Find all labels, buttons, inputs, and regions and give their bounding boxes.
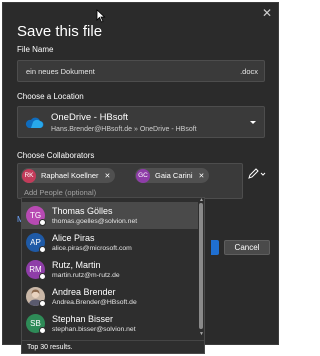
list-item[interactable]: Andrea Brender Andrea.Brender@HBsoft.de	[22, 283, 204, 310]
presence-dot-icon	[39, 219, 46, 226]
person-name: Thomas Gölles	[52, 206, 113, 216]
list-item[interactable]: TG Thomas Gölles thomas.goelles@solvion.…	[22, 202, 204, 229]
person-email: alice.piras@microsoft.com	[52, 245, 132, 252]
person-email: thomas.goelles@solvion.net	[52, 218, 138, 225]
location-path: Hans.Brender@HBsoft.de » OneDrive - HBso…	[51, 126, 197, 133]
list-item[interactable]: RM Rutz, Martin martin.rutz@m-rutz.de	[22, 256, 204, 283]
chevron-down-icon[interactable]	[249, 118, 257, 126]
chip-name: Gaia Carini	[155, 171, 193, 180]
onedrive-cloud-icon	[25, 117, 44, 128]
file-name-value[interactable]: ein neues Dokument	[26, 67, 95, 76]
mouse-cursor-icon	[96, 9, 106, 23]
avatar: GC	[136, 168, 150, 183]
cancel-button[interactable]: Cancel	[224, 240, 270, 255]
file-name-label: File Name	[17, 45, 54, 54]
scrollbar[interactable]: ▲ ▼	[198, 198, 204, 339]
person-name: Stephan Bisser	[52, 314, 114, 324]
person-name: Rutz, Martin	[52, 260, 101, 270]
person-email: Andrea.Brender@HBsoft.de	[52, 299, 137, 306]
pencil-icon[interactable]	[246, 167, 268, 181]
list-item[interactable]: AP Alice Piras alice.piras@microsoft.com	[22, 229, 204, 256]
save-button[interactable]	[211, 240, 219, 255]
collaborator-chip: RK Raphael Koellner ✕	[21, 168, 116, 183]
person-name: Alice Piras	[52, 233, 95, 243]
file-extension: .docx	[240, 67, 258, 76]
results-footer: Top 30 results.	[22, 340, 204, 353]
avatar: RK	[22, 168, 36, 183]
presence-dot-icon	[39, 300, 46, 307]
list-item[interactable]: SB Stephan Bisser stephan.bisser@solvion…	[22, 310, 204, 337]
close-icon[interactable]: ✕	[260, 6, 274, 20]
results-count: Top 30 results.	[27, 344, 73, 351]
presence-dot-icon	[39, 327, 46, 334]
person-email: stephan.bisser@solvion.net	[52, 326, 136, 333]
collaborator-chip: GC Gaia Carini ✕	[135, 168, 210, 183]
remove-chip-icon[interactable]: ✕	[199, 172, 205, 180]
scrollbar-thumb[interactable]	[199, 203, 203, 329]
location-name: OneDrive - HBsoft	[51, 112, 129, 123]
remove-chip-icon[interactable]: ✕	[105, 172, 111, 180]
people-list: TG Thomas Gölles thomas.goelles@solvion.…	[22, 198, 204, 340]
scroll-down-icon[interactable]: ▼	[199, 331, 204, 337]
location-selector[interactable]: OneDrive - HBsoft Hans.Brender@HBsoft.de…	[17, 106, 265, 138]
presence-dot-icon	[39, 246, 46, 253]
dialog-title: Save this file	[17, 23, 103, 40]
people-suggestion-dropdown: TG Thomas Gölles thomas.goelles@solvion.…	[21, 197, 205, 354]
person-name: Andrea Brender	[52, 287, 116, 297]
collaborators-input[interactable]: RK Raphael Koellner ✕ GC Gaia Carini ✕ A…	[17, 163, 243, 199]
add-people-placeholder[interactable]: Add People (optional)	[24, 188, 96, 197]
person-email: martin.rutz@m-rutz.de	[52, 272, 120, 279]
file-name-field[interactable]: ein neues Dokument .docx	[17, 60, 265, 82]
location-label: Choose a Location	[17, 92, 84, 101]
chip-name: Raphael Koellner	[41, 171, 99, 180]
presence-dot-icon	[39, 273, 46, 280]
collaborators-label: Choose Collaborators	[17, 151, 95, 160]
